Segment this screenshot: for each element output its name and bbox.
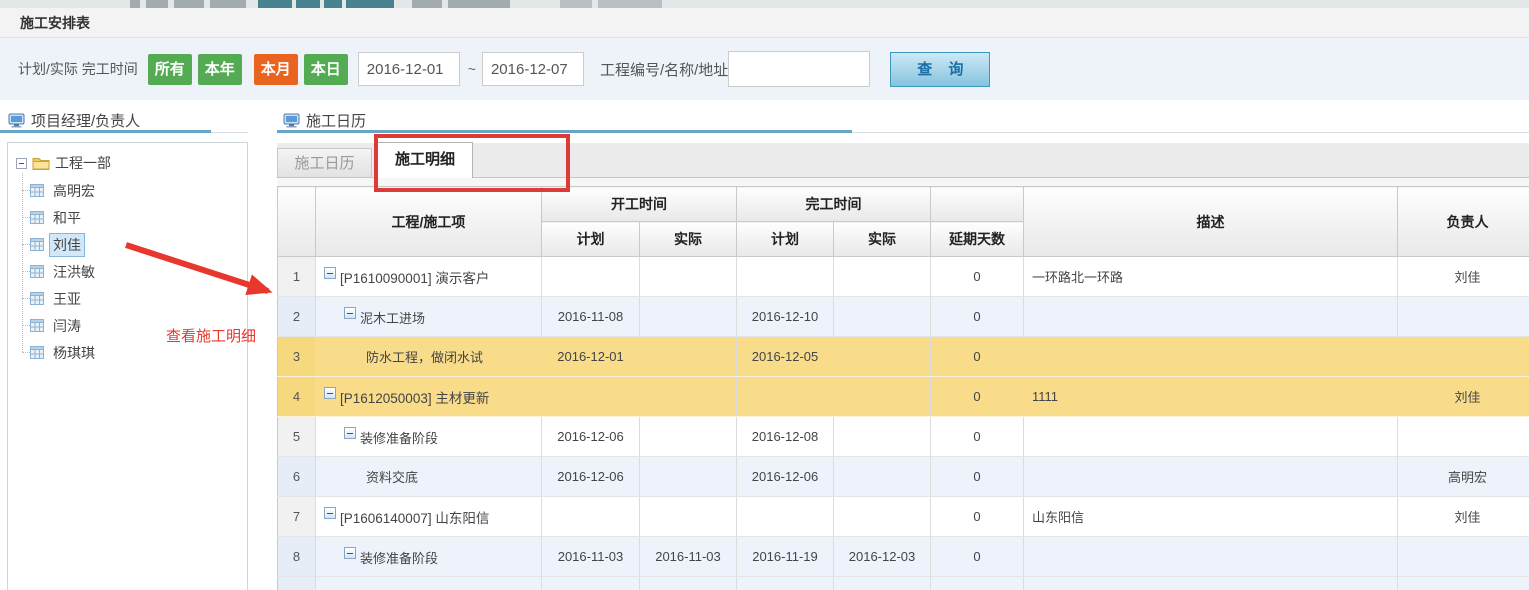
table-row[interactable]: 5 装修准备阶段 2016-12-06 2016-12-08 0	[278, 417, 1529, 457]
clipped-top-menubar	[0, 0, 1529, 8]
finish-time-filter-label: 计划/实际 完工时间	[18, 59, 138, 79]
filter-this-month-button[interactable]: 本月	[254, 54, 298, 85]
table-row-highlighted[interactable]: 4 [P1612050003] 主材更新 0 1111 刘佳	[278, 377, 1529, 417]
col-header-desc: 描述	[1024, 187, 1398, 257]
table-row[interactable]: 6 资料交底 2016-12-06 2016-12-06 0 高明宏	[278, 457, 1529, 497]
table-node-icon	[30, 319, 44, 332]
table-node-icon	[30, 184, 44, 197]
collapse-icon[interactable]	[324, 267, 336, 279]
filter-this-year-button[interactable]: 本年	[198, 54, 242, 85]
col-header-name: 工程/施工项	[316, 187, 542, 257]
construction-detail-table: 工程/施工项 开工时间 完工时间 描述 负责人 计划 实际 计划 实际 延期天数	[277, 186, 1529, 590]
table-row-partial	[278, 577, 1529, 590]
table-row[interactable]: 1 [P1610090001] 演示客户 0 一环路北一环路 刘佳	[278, 257, 1529, 297]
col-header-start-plan: 计划	[542, 222, 640, 257]
col-header-start-group: 开工时间	[542, 187, 737, 222]
tab-construction-calendar[interactable]: 施工日历	[277, 148, 372, 177]
col-header-owner: 负责人	[1398, 187, 1529, 257]
collapse-icon[interactable]	[16, 158, 27, 169]
tab-construction-detail[interactable]: 施工明细	[377, 142, 473, 178]
search-button[interactable]: 查 询	[890, 52, 990, 87]
tree-item-wanghongmin[interactable]: 汪洪敏	[30, 258, 247, 285]
keyword-input[interactable]	[728, 51, 870, 87]
date-range-separator: ~	[468, 61, 476, 77]
tree-item-wangya[interactable]: 王亚	[30, 285, 247, 312]
collapse-icon[interactable]	[344, 307, 356, 319]
page-title: 施工安排表	[20, 13, 90, 33]
main-panel-title: 施工日历	[306, 110, 366, 131]
collapse-icon[interactable]	[324, 507, 336, 519]
main-title-underline	[277, 130, 852, 133]
main-panel-header: 施工日历	[283, 110, 366, 131]
table-header-row-1: 工程/施工项 开工时间 完工时间 描述 负责人	[278, 187, 1529, 222]
date-from-input[interactable]	[358, 52, 460, 86]
annotation-view-detail-text: 查看施工明细	[166, 325, 256, 346]
page-title-bar: 施工安排表	[0, 8, 1529, 38]
collapse-icon[interactable]	[344, 427, 356, 439]
table-row[interactable]: 2 泥木工进场 2016-11-08 2016-12-10 0	[278, 297, 1529, 337]
tree-item-gaominghong[interactable]: 高明宏	[30, 177, 247, 204]
filter-bar: 计划/实际 完工时间 所有 本年 本月 本日 ~ 工程编号/名称/地址 查 询	[0, 38, 1529, 100]
row-number-header	[278, 187, 316, 257]
col-header-delay: 延期天数	[931, 222, 1024, 257]
tabs-bar: 施工日历 施工明细	[277, 143, 1529, 178]
tree-root-label: 工程一部	[55, 153, 111, 173]
tree-item-liujia[interactable]: 刘佳	[30, 231, 247, 258]
table-row-highlighted[interactable]: 3 防水工程，做闭水试 2016-12-01 2016-12-05 0	[278, 337, 1529, 377]
col-header-finish-actual: 实际	[834, 222, 931, 257]
monitor-icon	[283, 113, 300, 128]
collapse-icon[interactable]	[324, 387, 336, 399]
tree-item-heping[interactable]: 和平	[30, 204, 247, 231]
sidebar-title: 项目经理/负责人	[31, 110, 140, 131]
filter-today-button[interactable]: 本日	[304, 54, 348, 85]
table-node-icon	[30, 292, 44, 305]
selected-tree-item: 刘佳	[50, 234, 84, 256]
monitor-icon	[8, 113, 25, 128]
table-node-icon	[30, 211, 44, 224]
project-manager-tree: 工程一部 高明宏 和平 刘佳 汪洪敏 王亚	[7, 142, 248, 590]
col-header-finish-plan: 计划	[737, 222, 834, 257]
sidebar-title-underline	[0, 130, 211, 133]
construction-schedule-page: 施工安排表 计划/实际 完工时间 所有 本年 本月 本日 ~ 工程编号/名称/地…	[0, 0, 1529, 590]
table-node-icon	[30, 265, 44, 278]
table-row[interactable]: 8 装修准备阶段 2016-11-03 2016-11-03 2016-11-1…	[278, 537, 1529, 577]
table-node-icon	[30, 346, 44, 359]
table-node-icon	[30, 238, 44, 251]
date-to-input[interactable]	[482, 52, 584, 86]
filter-all-button[interactable]: 所有	[148, 54, 192, 85]
tree-root-department[interactable]: 工程一部	[16, 153, 247, 173]
col-header-delay-spacer	[931, 187, 1024, 222]
keyword-label: 工程编号/名称/地址	[600, 59, 728, 80]
sidebar-header: 项目经理/负责人	[8, 110, 140, 131]
folder-icon	[32, 156, 50, 170]
col-header-finish-group: 完工时间	[737, 187, 931, 222]
table-row[interactable]: 7 [P1606140007] 山东阳信 0 山东阳信 刘佳	[278, 497, 1529, 537]
collapse-icon[interactable]	[344, 547, 356, 559]
col-header-start-actual: 实际	[640, 222, 737, 257]
